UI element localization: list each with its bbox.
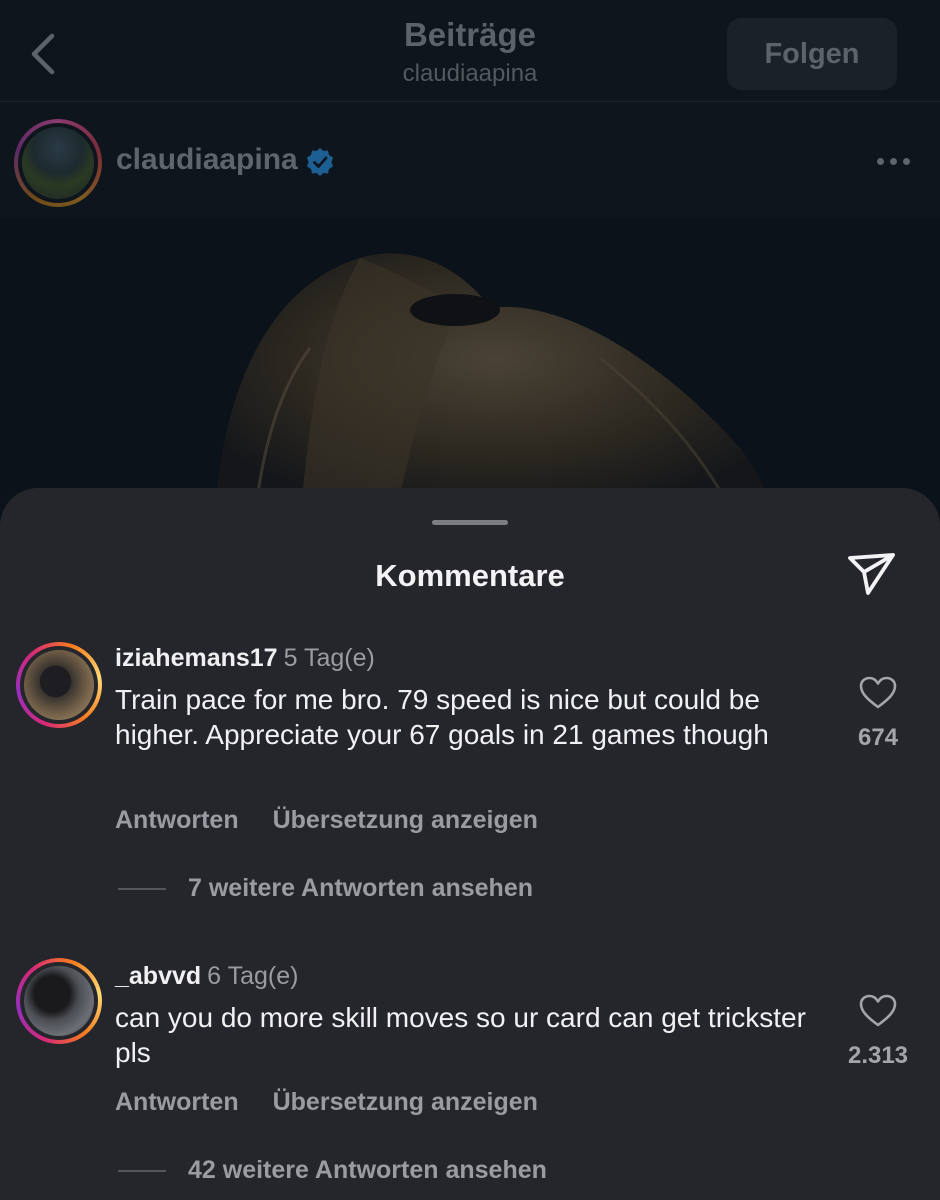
comment-text: Train pace for me bro. 79 speed is nice … <box>115 684 769 750</box>
avatar[interactable] <box>16 958 102 1044</box>
view-replies-label: 42 weitere Antworten ansehen <box>188 1156 547 1184</box>
heart-icon <box>859 676 897 709</box>
comment-actions: Antworten Übersetzung anzeigen <box>115 1088 572 1117</box>
more-icon[interactable] <box>868 143 918 179</box>
comment-username[interactable]: iziahemans17 <box>115 644 278 672</box>
app: Beiträge claudiaapina Folgen claudiaapin… <box>0 0 940 1200</box>
post-image <box>0 218 940 518</box>
avatar[interactable] <box>16 642 102 728</box>
post-photo <box>215 253 775 518</box>
sheet-title: Kommentare <box>375 558 565 593</box>
comment-time: 5 Tag(e) <box>283 644 375 672</box>
comment-text: can you do more skill moves so ur card c… <box>115 1002 806 1068</box>
sheet-grabber[interactable] <box>432 520 508 525</box>
comments-sheet: Kommentare iziahemans17 5 Tag(e) Train pa… <box>0 488 940 1200</box>
view-replies-label: 7 weitere Antworten ansehen <box>188 874 533 902</box>
comment-meta: iziahemans17 5 Tag(e) <box>115 644 375 673</box>
like-count: 674 <box>857 724 899 751</box>
header: Beiträge claudiaapina Folgen <box>0 0 940 102</box>
like-count: 2.313 <box>847 1042 909 1069</box>
verified-badge-icon <box>307 148 333 176</box>
reply-button[interactable]: Antworten <box>115 1088 239 1116</box>
heart-icon <box>859 994 897 1027</box>
view-replies-button[interactable]: 42 weitere Antworten ansehen <box>118 1156 547 1185</box>
view-replies-button[interactable]: 7 weitere Antworten ansehen <box>118 874 533 903</box>
follow-button[interactable]: Folgen <box>727 18 897 90</box>
translate-button[interactable]: Übersetzung anzeigen <box>273 806 538 834</box>
author-avatar[interactable] <box>14 119 102 207</box>
share-button[interactable] <box>846 548 898 600</box>
like-button[interactable]: 674 <box>843 676 913 752</box>
author-name[interactable]: claudiaapina <box>116 143 298 177</box>
reply-button[interactable]: Antworten <box>115 806 239 834</box>
translate-button[interactable]: Übersetzung anzeigen <box>273 1088 538 1116</box>
comment-actions: Antworten Übersetzung anzeigen <box>115 806 572 835</box>
comment-username[interactable]: _abvvd <box>115 962 201 990</box>
comment-meta: _abvvd 6 Tag(e) <box>115 962 298 991</box>
comment-time: 6 Tag(e) <box>207 962 299 990</box>
send-icon <box>848 553 895 595</box>
like-button[interactable]: 2.313 <box>843 994 913 1070</box>
post-author-row: claudiaapina <box>0 103 940 218</box>
